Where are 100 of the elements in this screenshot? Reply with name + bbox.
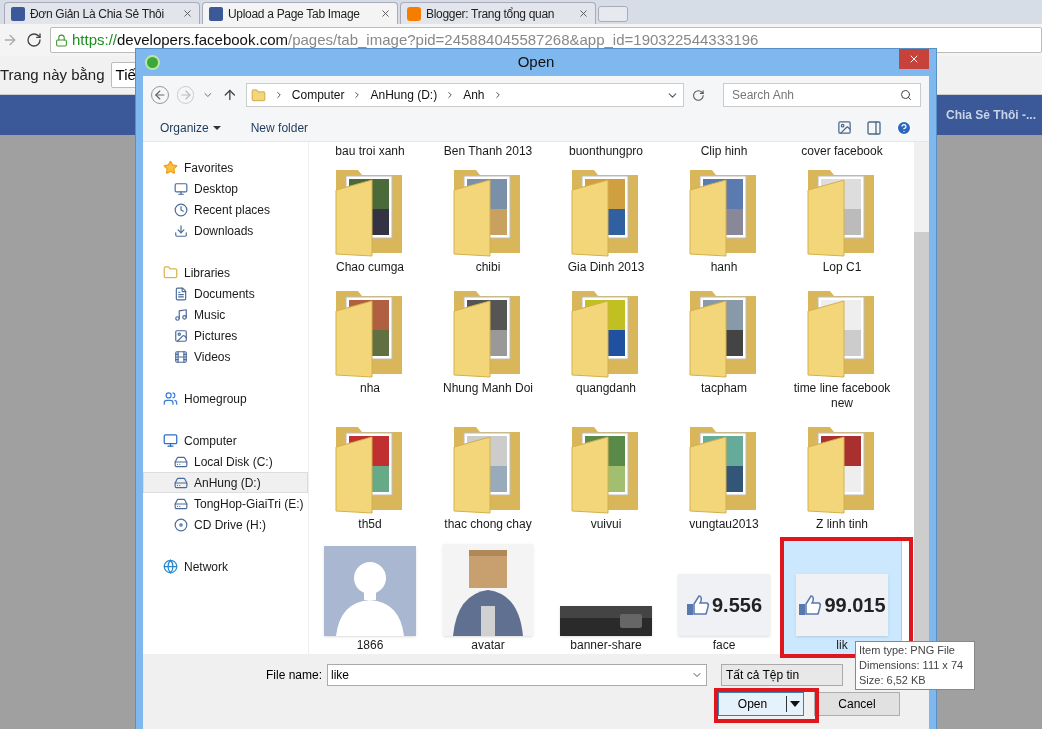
file-item[interactable]: Lop C1 xyxy=(783,160,901,281)
file-name: Clip hinh xyxy=(699,143,749,160)
tooltip-line: Dimensions: 111 x 74 xyxy=(859,658,965,673)
sidebar-item[interactable]: Videos xyxy=(143,346,308,367)
file-item[interactable]: quangdanh xyxy=(547,281,665,402)
star-icon xyxy=(163,160,178,175)
film-icon xyxy=(174,349,188,364)
sidebar-item[interactable]: Pictures xyxy=(143,325,308,346)
file-item[interactable]: vungtau2013 xyxy=(665,417,783,538)
file-name: face xyxy=(712,638,736,653)
file-item[interactable]: vuivui xyxy=(547,417,665,538)
file-name: Chao cumga xyxy=(335,260,404,275)
drive-icon xyxy=(174,496,188,511)
thumbs-up-icon xyxy=(685,594,710,616)
preview-pane-icon[interactable] xyxy=(866,119,882,136)
file-item[interactable]: nha xyxy=(311,281,429,402)
lock-icon xyxy=(55,33,68,47)
file-item[interactable]: time line facebook new xyxy=(783,281,901,417)
document-icon xyxy=(174,286,188,301)
browser-tab[interactable]: Upload a Page Tab Image xyxy=(202,2,398,24)
file-name: Gia Dinh 2013 xyxy=(567,260,645,275)
sidebar-item[interactable]: Documents xyxy=(143,283,308,304)
refresh-icon[interactable] xyxy=(692,88,705,102)
sidebar-item[interactable]: Local Disk (C:) xyxy=(143,451,308,472)
up-icon[interactable] xyxy=(222,87,238,103)
sidebar-group[interactable]: Libraries xyxy=(143,262,308,283)
file-name: tacpham xyxy=(701,381,747,396)
window-title: Open xyxy=(517,52,555,73)
close-icon[interactable] xyxy=(578,8,589,19)
file-name: vuivui xyxy=(590,517,622,532)
file-name-field[interactable]: like xyxy=(327,664,707,686)
file-name: Lop C1 xyxy=(822,260,862,275)
file-name: vungtau2013 xyxy=(689,517,759,532)
sidebar-group[interactable]: Computer xyxy=(143,430,308,451)
breadcrumb-item[interactable]: AnHung (D:) xyxy=(370,86,438,104)
search-input[interactable]: Search Anh xyxy=(732,86,900,104)
view-icon[interactable] xyxy=(837,120,852,135)
file-item[interactable]: Chao cumga xyxy=(311,160,429,281)
file-item[interactable]: 9.556 face xyxy=(665,538,783,654)
thumbs-up-icon xyxy=(798,594,823,616)
sidebar-item[interactable]: Music xyxy=(143,304,308,325)
file-name: chibi xyxy=(475,260,501,275)
tab-title: Upload a Page Tab Image xyxy=(228,5,361,23)
sidebar-item[interactable]: Desktop xyxy=(143,178,308,199)
file-name: 1866 xyxy=(356,638,384,653)
file-item[interactable]: Z linh tinh xyxy=(783,417,901,538)
file-item[interactable]: avatar xyxy=(429,538,547,654)
disc-icon xyxy=(174,517,188,532)
file-name: lik xyxy=(836,638,848,653)
browser-tab[interactable]: Blogger: Trang tổng quan xyxy=(400,2,596,24)
clock-icon xyxy=(174,202,188,217)
cancel-button[interactable]: Cancel xyxy=(814,692,900,716)
file-name: time line facebook new xyxy=(792,381,892,411)
sidebar-item[interactable]: Recent places xyxy=(143,199,308,220)
translate-text: Trang này bằng xyxy=(0,64,105,85)
file-item[interactable]: Gia Dinh 2013 xyxy=(547,160,665,281)
download-icon xyxy=(174,223,188,238)
file-name: cover facebook xyxy=(800,143,884,160)
open-button[interactable]: Open xyxy=(718,692,804,716)
file-name: buonthungpro xyxy=(567,143,645,160)
sidebar-item[interactable]: CD Drive (H:) xyxy=(143,514,308,535)
close-icon[interactable] xyxy=(182,8,193,19)
file-item[interactable]: chibi xyxy=(429,160,547,281)
reload-icon[interactable] xyxy=(26,32,42,48)
breadcrumb-bar[interactable]: Computer AnHung (D:) Anh xyxy=(245,83,685,107)
facebook-icon xyxy=(11,6,25,21)
file-item[interactable]: Nhung Manh Doi xyxy=(429,281,547,402)
sidebar-item[interactable]: TongHop-GiaiTri (E:) xyxy=(143,493,308,514)
monitor-icon xyxy=(163,433,178,448)
file-name: Ben Thanh 2013 xyxy=(442,143,534,160)
sidebar-group[interactable]: Homegroup xyxy=(143,388,308,409)
file-item[interactable]: th5d xyxy=(311,417,429,538)
file-name: hanh xyxy=(710,260,738,275)
close-icon[interactable] xyxy=(380,8,391,19)
caret-icon xyxy=(212,125,221,130)
file-type-select[interactable]: Tất cả Tệp tin xyxy=(721,664,843,686)
file-item[interactable]: thac chong chay xyxy=(429,417,547,538)
browser-tab[interactable]: Đơn Giản Là Chia Sẻ Thôi xyxy=(4,2,200,24)
file-item[interactable]: banner-share xyxy=(547,538,665,654)
file-item[interactable]: hanh xyxy=(665,160,783,281)
file-item[interactable]: tacpham xyxy=(665,281,783,402)
sidebar-item[interactable]: AnHung (D:) xyxy=(143,472,308,493)
file-item[interactable]: 1866 xyxy=(311,538,429,654)
sidebar-item[interactable]: Downloads xyxy=(143,220,308,241)
url-text: https://developers.facebook.com/pages/tab_image?pid=245884045587268&app_id=190322544333196 xyxy=(72,29,759,50)
help-icon[interactable] xyxy=(896,119,912,136)
sidebar-group[interactable]: Favorites xyxy=(143,157,308,178)
new-folder-button[interactable]: New folder xyxy=(250,118,309,137)
sidebar-group[interactable]: Network xyxy=(143,556,308,577)
search-field[interactable]: Search Anh xyxy=(723,83,921,107)
file-name: thac chong chay xyxy=(444,517,532,532)
organize-button[interactable]: Organize xyxy=(160,118,221,137)
app-icon xyxy=(145,55,160,70)
file-name: Z linh tinh xyxy=(816,517,868,532)
breadcrumb-item[interactable]: Anh xyxy=(463,86,485,104)
blogger-icon xyxy=(407,6,421,21)
folder-icon xyxy=(250,87,266,103)
search-icon xyxy=(900,89,912,101)
close-icon xyxy=(908,53,920,65)
breadcrumb-item[interactable]: Computer xyxy=(291,86,345,104)
